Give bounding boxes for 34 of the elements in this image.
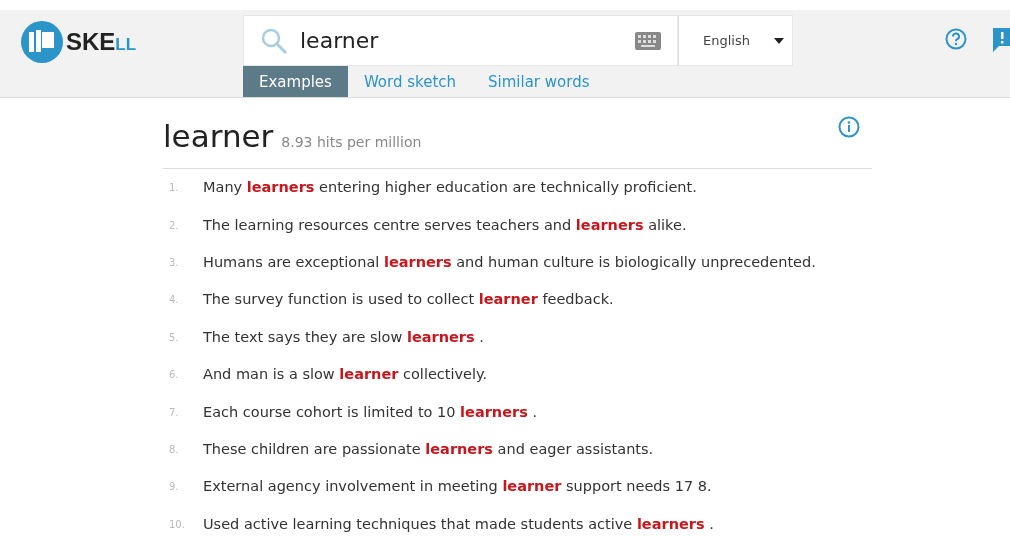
line-number: 8.	[168, 443, 180, 455]
example-sentence: And man is a slow learner collectively.	[203, 366, 488, 384]
help-icon[interactable]	[945, 28, 967, 50]
line-number: 7.	[168, 406, 180, 418]
feedback-icon[interactable]	[993, 28, 1010, 52]
line-number: 10.	[168, 518, 186, 530]
example-sentence: Many learners entering higher education are technically proficient.	[203, 179, 697, 197]
example-sentence: Each course cohort is limited to 10 learners .	[203, 403, 537, 421]
line-number: 9.	[168, 481, 180, 493]
example-sentence: The survey function is used to collect learner feedback.	[203, 291, 614, 309]
language-dropdown[interactable]: English	[678, 15, 793, 66]
caret-icon	[774, 37, 784, 44]
line-number: 6.	[168, 369, 180, 381]
frequency-text: 8.93 hits per million	[281, 134, 422, 150]
search-field[interactable]: learner	[243, 15, 678, 66]
search-query[interactable]: learner	[300, 28, 623, 53]
example-sentence: These children are passionate learners and eager assistants.	[203, 440, 654, 458]
keyboard-icon[interactable]	[635, 31, 661, 50]
info-icon[interactable]	[838, 116, 860, 138]
logo-text: SKELL	[66, 28, 137, 56]
line-number: 1.	[168, 182, 180, 194]
tab[interactable]: Examples	[243, 66, 348, 97]
example-sentence: The text says they are slow learners .	[203, 328, 484, 346]
example-sentence: The learning resources centre serves teachers and learners alike.	[203, 216, 687, 234]
example-sentence: Humans are exceptional learners and human culture is biologically unprecedented.	[203, 253, 816, 271]
example-sentence: External agency involvement in meeting learner support needs 17 8.	[203, 478, 712, 496]
line-number: 4.	[168, 294, 180, 306]
logo-icon	[20, 20, 64, 64]
line-number: 3.	[168, 256, 180, 268]
example-sentence: Used active learning techniques that made students active learners .	[203, 515, 714, 533]
search-icon	[260, 26, 288, 55]
headword: learner	[163, 118, 274, 154]
line-number: 5.	[168, 331, 180, 343]
line-number: 2.	[168, 219, 180, 231]
